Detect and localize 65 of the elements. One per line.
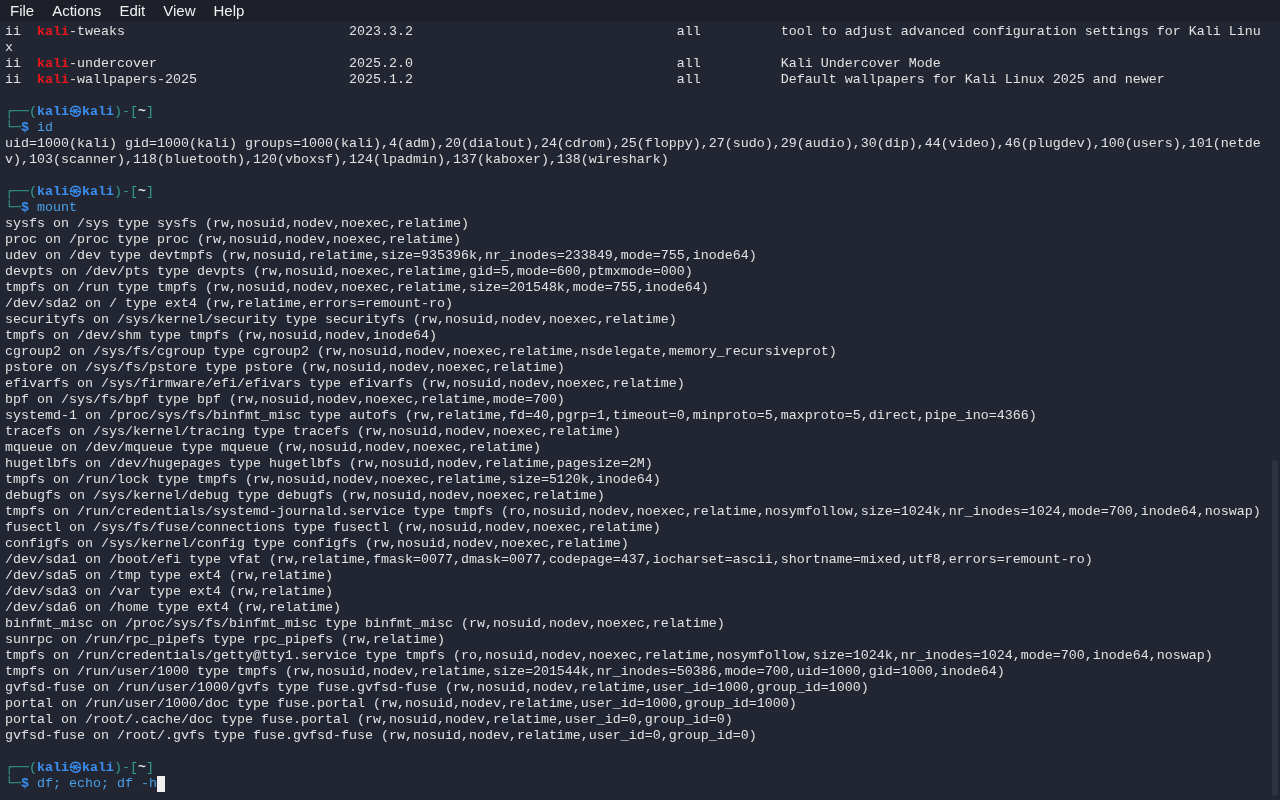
terminal-line: bpf on /sys/fs/bpf type bpf (rw,nosuid,nodev,noexec,relatime,mode=700) bbox=[5, 392, 565, 407]
terminal-line: sunrpc on /run/rpc_pipefs type rpc_pipefs (rw,relatime) bbox=[5, 632, 445, 647]
terminal-line: tmpfs on /run/lock type tmpfs (rw,nosuid,nodev,noexec,relatime,size=5120k,inode64) bbox=[5, 472, 661, 487]
package-name: kali-tweaks bbox=[37, 24, 126, 40]
menu-item[interactable]: Edit bbox=[111, 0, 154, 22]
terminal-line: tmpfs on /run/credentials/systemd-journald.service type tmpfs (ro,nosuid,nodev,noexec,relatime,nosymfollow,size=1024k,nr_inodes=1024,mode=700,inode64,noswap) bbox=[5, 504, 1261, 519]
command-text: mount bbox=[37, 200, 77, 216]
terminal-line: udev on /dev type devtmpfs (rw,nosuid,relatime,size=935396k,nr_inodes=233849,mode=755,inode64) bbox=[5, 248, 757, 263]
arch-text: all bbox=[676, 24, 702, 40]
terminal-line: /dev/sda5 on /tmp type ext4 (rw,relatime) bbox=[5, 568, 333, 583]
terminal-line: devpts on /dev/pts type devpts (rw,nosuid,noexec,relatime,gid=5,mode=600,ptmxmode=000) bbox=[5, 264, 693, 279]
terminal-line: configfs on /sys/kernel/config type configfs (rw,nosuid,nodev,noexec,relatime) bbox=[5, 536, 629, 551]
description-text: Default wallpapers for Kali Linux 2025 and newer bbox=[780, 72, 1165, 88]
terminal-line: /dev/sda2 on / type ext4 (rw,relatime,errors=remount-ro) bbox=[5, 296, 453, 311]
terminal-line: uid=1000(kali) gid=1000(kali) groups=1000(kali),4(adm),20(dialout),24(cdrom),25(floppy),27(sudo),29(audio),30(dip),44(video),46(plugdev),100(users),101(netde bbox=[5, 136, 1261, 151]
terminal-line: pstore on /sys/fs/pstore type pstore (rw,nosuid,nodev,noexec,relatime) bbox=[5, 360, 565, 375]
terminal-line: tmpfs on /run/user/1000 type tmpfs (rw,nosuid,nodev,relatime,size=201544k,nr_inodes=50386,mode=700,uid=1000,gid=1000,inode64) bbox=[5, 664, 1005, 679]
terminal-line: tmpfs on /dev/shm type tmpfs (rw,nosuid,nodev,inode64) bbox=[5, 328, 437, 343]
terminal-line: cgroup2 on /sys/fs/cgroup type cgroup2 (rw,nosuid,nodev,noexec,relatime,nsdelegate,memory_recursiveprot) bbox=[5, 344, 837, 359]
terminal-line: tracefs on /sys/kernel/tracing type tracefs (rw,nosuid,nodev,noexec,relatime) bbox=[5, 424, 621, 439]
terminal-line: fusectl on /sys/fs/fuse/connections type fusectl (rw,nosuid,nodev,noexec,relatime) bbox=[5, 520, 661, 535]
menu-item[interactable]: View bbox=[155, 0, 204, 22]
terminal-line: securityfs on /sys/kernel/security type securityfs (rw,nosuid,nodev,noexec,relatime) bbox=[5, 312, 677, 327]
menu-item[interactable]: Actions bbox=[44, 0, 110, 22]
terminal-line: hugetlbfs on /dev/hugepages type hugetlbfs (rw,nosuid,nodev,relatime,pagesize=2M) bbox=[5, 456, 653, 471]
package-name: kali-undercover bbox=[37, 56, 158, 72]
arch-text: all bbox=[676, 56, 702, 72]
terminal-line: systemd-1 on /proc/sys/fs/binfmt_misc type autofs (rw,relatime,fd=40,pgrp=1,timeout=0,minproto=5,maxproto=5,direct,pipe_ino=4366) bbox=[5, 408, 1037, 423]
terminal-line: tmpfs on /run/credentials/getty@tty1.service type tmpfs (ro,nosuid,nodev,noexec,relatime,nosymfollow,size=1024k,nr_inodes=1024,mode=700,inode64,noswap) bbox=[5, 648, 1213, 663]
terminal-line: /dev/sda1 on /boot/efi type vfat (rw,relatime,fmask=0077,dmask=0077,codepage=437,iocharset=ascii,shortname=mixed,utf8,errors=remount-ro) bbox=[5, 552, 1093, 567]
status-text: ii bbox=[5, 72, 22, 88]
terminal-line: v),103(scanner),118(bluetooth),120(vboxsf),124(lpadmin),137(kaboxer),138(wireshark) bbox=[5, 152, 669, 167]
version-text: 2025.2.0 bbox=[348, 56, 414, 72]
terminal-line: portal on /run/user/1000/doc type fuse.portal (rw,nosuid,nodev,relatime,user_id=1000,group_id=1000) bbox=[5, 696, 797, 711]
arch-text: all bbox=[676, 72, 702, 88]
version-text: 2025.1.2 bbox=[348, 72, 414, 88]
prompt-header: ┌──(kali㉿kali)-[~] bbox=[5, 184, 154, 199]
prompt-header: ┌──(kali㉿kali)-[~] bbox=[5, 760, 154, 775]
command-text: id bbox=[37, 120, 53, 136]
prompt-symbol: └─$ bbox=[5, 120, 29, 136]
menu-item[interactable]: Help bbox=[205, 0, 253, 22]
terminal-line: /dev/sda6 on /home type ext4 (rw,relatime) bbox=[5, 600, 341, 615]
terminal-line: sysfs on /sys type sysfs (rw,nosuid,nodev,noexec,relatime) bbox=[5, 216, 469, 231]
terminal-line: tmpfs on /run type tmpfs (rw,nosuid,nodev,noexec,relatime,size=201548k,mode=755,inode64) bbox=[5, 280, 709, 295]
terminal-line: mqueue on /dev/mqueue type mqueue (rw,nosuid,nodev,noexec,relatime) bbox=[5, 440, 541, 455]
terminal-line: portal on /root/.cache/doc type fuse.portal (rw,nosuid,nodev,relatime,user_id=0,group_id=0) bbox=[5, 712, 733, 727]
terminal-line: /dev/sda3 on /var type ext4 (rw,relatime) bbox=[5, 584, 333, 599]
status-text: ii bbox=[5, 24, 22, 40]
prompt-symbol: └─$ bbox=[5, 200, 29, 216]
prompt-header: ┌──(kali㉿kali)-[~] bbox=[5, 104, 154, 119]
description-text: tool to adjust advanced configuration settings for Kali Linu bbox=[780, 24, 1261, 40]
package-name: kali-wallpapers-2025 bbox=[37, 72, 198, 88]
terminal-line: binfmt_misc on /proc/sys/fs/binfmt_misc type binfmt_misc (rw,nosuid,nodev,noexec,relatime) bbox=[5, 616, 725, 631]
terminal-line: gvfsd-fuse on /root/.gvfs type fuse.gvfsd-fuse (rw,nosuid,nodev,relatime,user_id=0,group_id=0) bbox=[5, 728, 757, 743]
version-text: 2023.3.2 bbox=[348, 24, 414, 40]
terminal-line: gvfsd-fuse on /run/user/1000/gvfs type fuse.gvfsd-fuse (rw,nosuid,nodev,relatime,user_id=1000,group_id=1000) bbox=[5, 680, 869, 695]
terminal-line: debugfs on /sys/kernel/debug type debugfs (rw,nosuid,nodev,noexec,relatime) bbox=[5, 488, 605, 503]
status-text: ii bbox=[5, 56, 22, 72]
terminal-line: efivarfs on /sys/firmware/efi/efivars type efivarfs (rw,nosuid,nodev,noexec,relatime) bbox=[5, 376, 685, 391]
terminal-line: proc on /proc type proc (rw,nosuid,nodev,noexec,relatime) bbox=[5, 232, 461, 247]
prompt-symbol: └─$ bbox=[5, 776, 29, 792]
terminal-line: x bbox=[5, 40, 13, 55]
menu-item[interactable]: File bbox=[2, 0, 43, 22]
command-text: df; echo; df -h bbox=[37, 776, 157, 792]
description-text: Kali Undercover Mode bbox=[780, 56, 941, 72]
